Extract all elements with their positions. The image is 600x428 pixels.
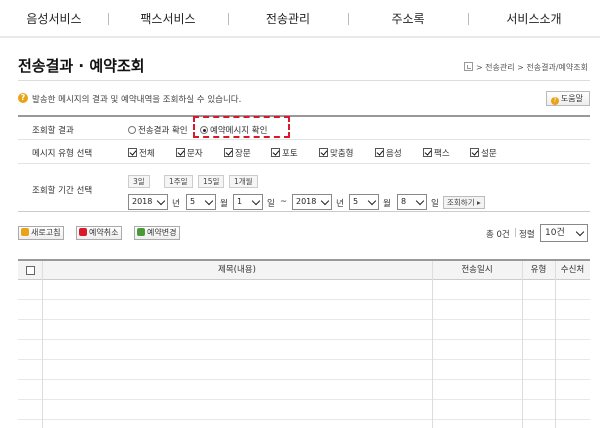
top-navigation: 음성서비스 팩스서비스 전송관리 주소록 서비스소개 xyxy=(0,0,600,38)
table-row xyxy=(18,340,590,360)
chevron-down-icon xyxy=(156,196,166,206)
month-unit: 월 xyxy=(220,199,228,209)
result-label: 조회할 결과 xyxy=(32,126,74,136)
checkbox-long-message[interactable]: 장문 xyxy=(224,147,251,159)
table-body xyxy=(18,280,590,420)
from-year-select[interactable]: 2018 xyxy=(128,194,168,210)
period-label: 조회할 기간 선택 xyxy=(32,186,93,196)
checkbox-photo[interactable]: 포토 xyxy=(271,147,298,159)
column-divider xyxy=(522,261,523,428)
to-year-select[interactable]: 2018 xyxy=(292,194,332,210)
from-month-select[interactable]: 5 xyxy=(186,194,216,210)
help-button[interactable]: ? 도움말 xyxy=(545,91,590,106)
radio-icon xyxy=(128,126,136,134)
checkbox-all[interactable]: 전체 xyxy=(128,147,155,159)
period-1month-button[interactable]: 1개월 xyxy=(229,175,258,188)
filter-row-result: 조회할 결과 전송결과 확인 예약메시지 확인 xyxy=(18,117,590,140)
from-day-select[interactable]: 1 xyxy=(233,194,263,210)
checkbox-checked-icon xyxy=(423,148,432,157)
sort-label: 정렬 xyxy=(519,230,535,240)
nav-service-intro[interactable]: 서비스소개 xyxy=(468,0,600,38)
column-header-recipient: 수신처 xyxy=(560,265,585,275)
refresh-icon xyxy=(21,228,29,236)
total-count: 총 0건 xyxy=(486,230,510,240)
period-1week-button[interactable]: 1주일 xyxy=(164,175,193,188)
year-unit: 년 xyxy=(172,199,180,209)
to-day-select[interactable]: 8 xyxy=(397,194,427,210)
radio-transmission-result[interactable]: 전송결과 확인 xyxy=(128,124,188,136)
breadcrumb: > 전송관리 > 전송결과/예약조회 xyxy=(463,62,588,73)
result-table: 제목(내용) 전송일시 유형 수신처 xyxy=(18,259,590,428)
select-all-checkbox[interactable] xyxy=(26,266,35,275)
info-icon: ? xyxy=(18,93,28,103)
chevron-down-icon xyxy=(320,196,330,206)
column-header-title: 제목(내용) xyxy=(218,265,256,275)
edit-icon xyxy=(137,228,145,236)
period-15days-button[interactable]: 15일 xyxy=(198,175,225,188)
filter-row-type: 메시지 유형 선택 전체 문자 장문 포토 맞춤형 음성 팩스 설문 xyxy=(18,140,590,164)
per-page-select[interactable]: 10건 xyxy=(540,224,588,242)
cancel-reservation-button[interactable]: 예약취소 xyxy=(76,226,123,240)
table-row xyxy=(18,280,590,300)
checkbox-checked-icon xyxy=(271,148,280,157)
nav-address-book[interactable]: 주소록 xyxy=(348,0,468,38)
chevron-down-icon xyxy=(415,196,425,206)
checkbox-fax[interactable]: 팩스 xyxy=(423,147,450,159)
page-title: 전송결과 · 예약조회 xyxy=(18,57,145,75)
refresh-button[interactable]: 새로고침 xyxy=(18,226,65,240)
period-3days-button[interactable]: 3일 xyxy=(128,175,150,188)
breadcrumb-text: > 전송관리 > 전송결과/예약조회 xyxy=(475,63,588,72)
title-divider xyxy=(18,80,590,81)
table-row xyxy=(18,400,590,420)
table-row xyxy=(18,360,590,380)
column-divider xyxy=(42,261,43,428)
highlight-box xyxy=(193,116,290,138)
chevron-down-icon xyxy=(367,196,377,206)
month-unit: 월 xyxy=(383,199,391,209)
year-unit: 년 xyxy=(336,199,344,209)
home-icon[interactable] xyxy=(463,62,473,71)
nav-transmission-management[interactable]: 전송관리 xyxy=(228,0,348,38)
search-button[interactable]: 조회하기 ▸ xyxy=(443,196,485,209)
help-icon: ? xyxy=(550,97,559,105)
cancel-icon xyxy=(79,228,87,236)
checkbox-checked-icon xyxy=(470,148,479,157)
help-label: 도움말 xyxy=(560,94,583,103)
count-divider: | xyxy=(514,228,517,238)
checkbox-checked-icon xyxy=(375,148,384,157)
column-divider xyxy=(432,261,433,428)
day-unit: 일 xyxy=(267,199,275,209)
checkbox-voice[interactable]: 음성 xyxy=(375,147,402,159)
nav-voice-service[interactable]: 음성서비스 xyxy=(0,0,108,38)
info-row: ? 발송한 메시지의 결과 및 예약내역을 조회하실 수 있습니다. ? 도움말 xyxy=(18,91,590,107)
type-label: 메시지 유형 선택 xyxy=(32,149,93,159)
info-text: 발송한 메시지의 결과 및 예약내역을 조회하실 수 있습니다. xyxy=(32,95,242,105)
checkbox-checked-icon xyxy=(224,148,233,157)
chevron-down-icon xyxy=(204,196,214,206)
filter-row-period: 조회할 기간 선택 3일 1주일 15일 1개월 2018 년 5 월 1 일 … xyxy=(18,164,590,213)
nav-fax-service[interactable]: 팩스서비스 xyxy=(108,0,228,38)
checkbox-checked-icon xyxy=(176,148,185,157)
day-unit: 일 xyxy=(431,199,439,209)
chevron-down-icon xyxy=(251,196,261,206)
checkbox-checked-icon xyxy=(128,148,137,157)
checkbox-custom[interactable]: 맞춤형 xyxy=(319,147,353,159)
table-header: 제목(내용) 전송일시 유형 수신처 xyxy=(18,261,590,280)
column-header-type: 유형 xyxy=(530,265,547,275)
range-tilde: ~ xyxy=(280,197,288,207)
search-filter-panel: 조회할 결과 전송결과 확인 예약메시지 확인 메시지 유형 선택 전체 문자 … xyxy=(18,115,590,212)
column-divider xyxy=(555,261,556,428)
to-month-select[interactable]: 5 xyxy=(349,194,379,210)
change-reservation-button[interactable]: 예약변경 xyxy=(134,226,181,240)
table-row xyxy=(18,320,590,340)
column-header-sent-datetime: 전송일시 xyxy=(461,265,493,275)
chevron-down-icon xyxy=(575,227,585,237)
checkbox-checked-icon xyxy=(319,148,328,157)
checkbox-survey[interactable]: 설문 xyxy=(470,147,497,159)
checkbox-sms[interactable]: 문자 xyxy=(176,147,203,159)
table-row xyxy=(18,300,590,320)
table-row xyxy=(18,380,590,400)
